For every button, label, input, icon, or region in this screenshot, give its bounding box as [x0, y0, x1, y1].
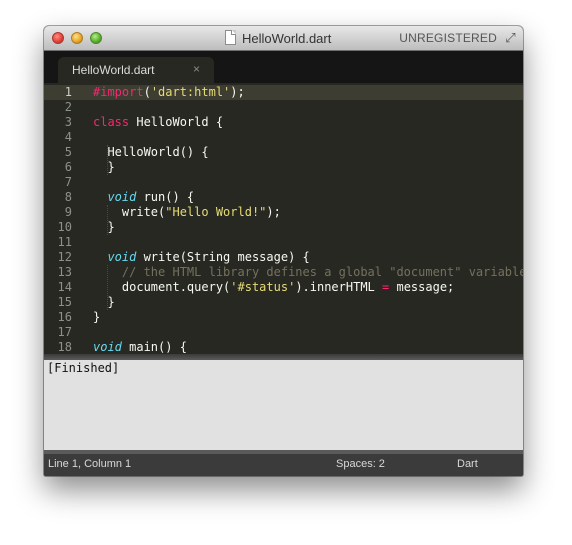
- code-line[interactable]: 6 }: [44, 160, 523, 175]
- code-token: class: [93, 115, 130, 129]
- tab-bar: HelloWorld.dart ×: [44, 51, 523, 83]
- line-number: 3: [64, 115, 72, 129]
- code-token: );: [266, 205, 281, 219]
- build-output-panel[interactable]: [Finished]: [44, 360, 523, 450]
- code-token: void: [107, 190, 137, 204]
- code-line[interactable]: 13 // the HTML library defines a global …: [44, 265, 523, 280]
- code-editor[interactable]: 1 #import('dart:html'); 2 3 class HelloWorld…: [44, 83, 523, 354]
- line-number: 15: [57, 295, 72, 309]
- code-token: '#status': [230, 280, 296, 294]
- code-line[interactable]: 7: [44, 175, 523, 190]
- indent-guide: [107, 265, 108, 310]
- code-line[interactable]: 5 HelloWorld() {: [44, 145, 523, 160]
- indent-guide: [107, 205, 108, 235]
- code-text: write("Hello World!");: [93, 205, 281, 220]
- line-number: 2: [64, 100, 72, 114]
- code-token: }: [93, 160, 115, 174]
- code-token: "Hello World!": [165, 205, 267, 219]
- code-token: HelloWorld {: [129, 115, 224, 129]
- code-token: }: [93, 310, 101, 324]
- line-number: 13: [57, 265, 72, 279]
- code-text: // the HTML library defines a global "do…: [93, 265, 523, 280]
- code-token: 'dart:html': [150, 85, 231, 99]
- line-number: 10: [57, 220, 72, 234]
- tab-close-icon[interactable]: ×: [193, 62, 200, 76]
- code-token: }: [93, 295, 115, 309]
- code-text: void main() {: [93, 340, 187, 354]
- line-number: 4: [64, 130, 72, 144]
- code-token: void: [107, 250, 137, 264]
- code-text: }: [93, 295, 115, 310]
- tab-label: HelloWorld.dart: [72, 63, 155, 77]
- cursor-position: Line 1, Column 1: [48, 458, 132, 470]
- indentation-setting[interactable]: Spaces: 2: [336, 458, 385, 470]
- code-line[interactable]: 16}: [44, 310, 523, 325]
- code-line[interactable]: 8 void run() {: [44, 190, 523, 205]
- line-number: 14: [57, 280, 72, 294]
- document-icon: [225, 30, 236, 45]
- minimize-window-icon[interactable]: [71, 32, 83, 44]
- indent-guide: [107, 145, 108, 175]
- line-number: 16: [57, 310, 72, 324]
- code-text: }: [93, 310, 100, 325]
- code-line[interactable]: 14 document.query('#status').innerHTML =…: [44, 280, 523, 295]
- fullscreen-icon[interactable]: ⤢: [504, 31, 517, 44]
- code-line[interactable]: 10 }: [44, 220, 523, 235]
- code-token: HelloWorld() {: [93, 145, 209, 159]
- code-text: document.query('#status').innerHTML = me…: [93, 280, 454, 295]
- code-token: message;: [389, 280, 455, 294]
- zoom-window-icon[interactable]: [90, 32, 102, 44]
- code-token: }: [93, 220, 115, 234]
- status-bar: Line 1, Column 1 Spaces: 2 Dart: [44, 450, 523, 476]
- code-line[interactable]: 18 void main() {: [44, 340, 523, 354]
- editor-window: HelloWorld.dart UNREGISTERED ⤢ HelloWorl…: [44, 26, 523, 476]
- code-text: void run() {: [93, 190, 194, 205]
- code-line[interactable]: 11: [44, 235, 523, 250]
- code-token: // the HTML library defines a global "do…: [121, 265, 523, 279]
- code-text: }: [93, 220, 115, 235]
- line-number: 11: [57, 235, 72, 249]
- window-title: HelloWorld.dart: [242, 31, 332, 46]
- code-token: void: [93, 340, 122, 354]
- code-line[interactable]: 15 }: [44, 295, 523, 310]
- code-token: );: [230, 85, 245, 99]
- line-number: 5: [64, 145, 72, 159]
- code-line[interactable]: 4: [44, 130, 523, 145]
- syntax-selector[interactable]: Dart: [457, 458, 478, 470]
- license-notice: UNREGISTERED: [399, 31, 497, 45]
- build-output-text: [Finished]: [47, 361, 120, 375]
- line-number: 9: [64, 205, 72, 219]
- code-line[interactable]: 12 void write(String message) {: [44, 250, 523, 265]
- code-line[interactable]: 9 write("Hello World!");: [44, 205, 523, 220]
- code-token: main() {: [121, 340, 187, 354]
- code-line[interactable]: 3 class HelloWorld {: [44, 115, 523, 130]
- code-line[interactable]: 17: [44, 325, 523, 340]
- line-number: 18: [57, 340, 72, 354]
- code-token: write(String message) {: [136, 250, 310, 264]
- code-text: }: [93, 160, 115, 175]
- code-text: HelloWorld() {: [93, 145, 209, 160]
- code-text: #import('dart:html');: [93, 85, 245, 100]
- code-token: run() {: [136, 190, 195, 204]
- tab-helloworld-dart[interactable]: HelloWorld.dart ×: [58, 57, 214, 83]
- code-line[interactable]: 1 #import('dart:html');: [44, 85, 523, 100]
- code-token: write(: [93, 205, 166, 219]
- code-text: class HelloWorld {: [93, 115, 223, 130]
- line-number: 1: [64, 85, 72, 99]
- code-text: void write(String message) {: [93, 250, 310, 265]
- code-line[interactable]: 2: [44, 100, 523, 115]
- line-number: 17: [57, 325, 72, 339]
- code-token: ).innerHTML: [295, 280, 383, 294]
- line-number: 7: [64, 175, 72, 189]
- line-number: 8: [64, 190, 72, 204]
- code-token: #import: [93, 85, 144, 99]
- code-token: (: [143, 85, 151, 99]
- title-bar: HelloWorld.dart UNREGISTERED ⤢: [44, 26, 523, 51]
- line-number: 6: [64, 160, 72, 174]
- close-window-icon[interactable]: [52, 32, 64, 44]
- line-number: 12: [57, 250, 72, 264]
- code-token: document.query(: [93, 280, 231, 294]
